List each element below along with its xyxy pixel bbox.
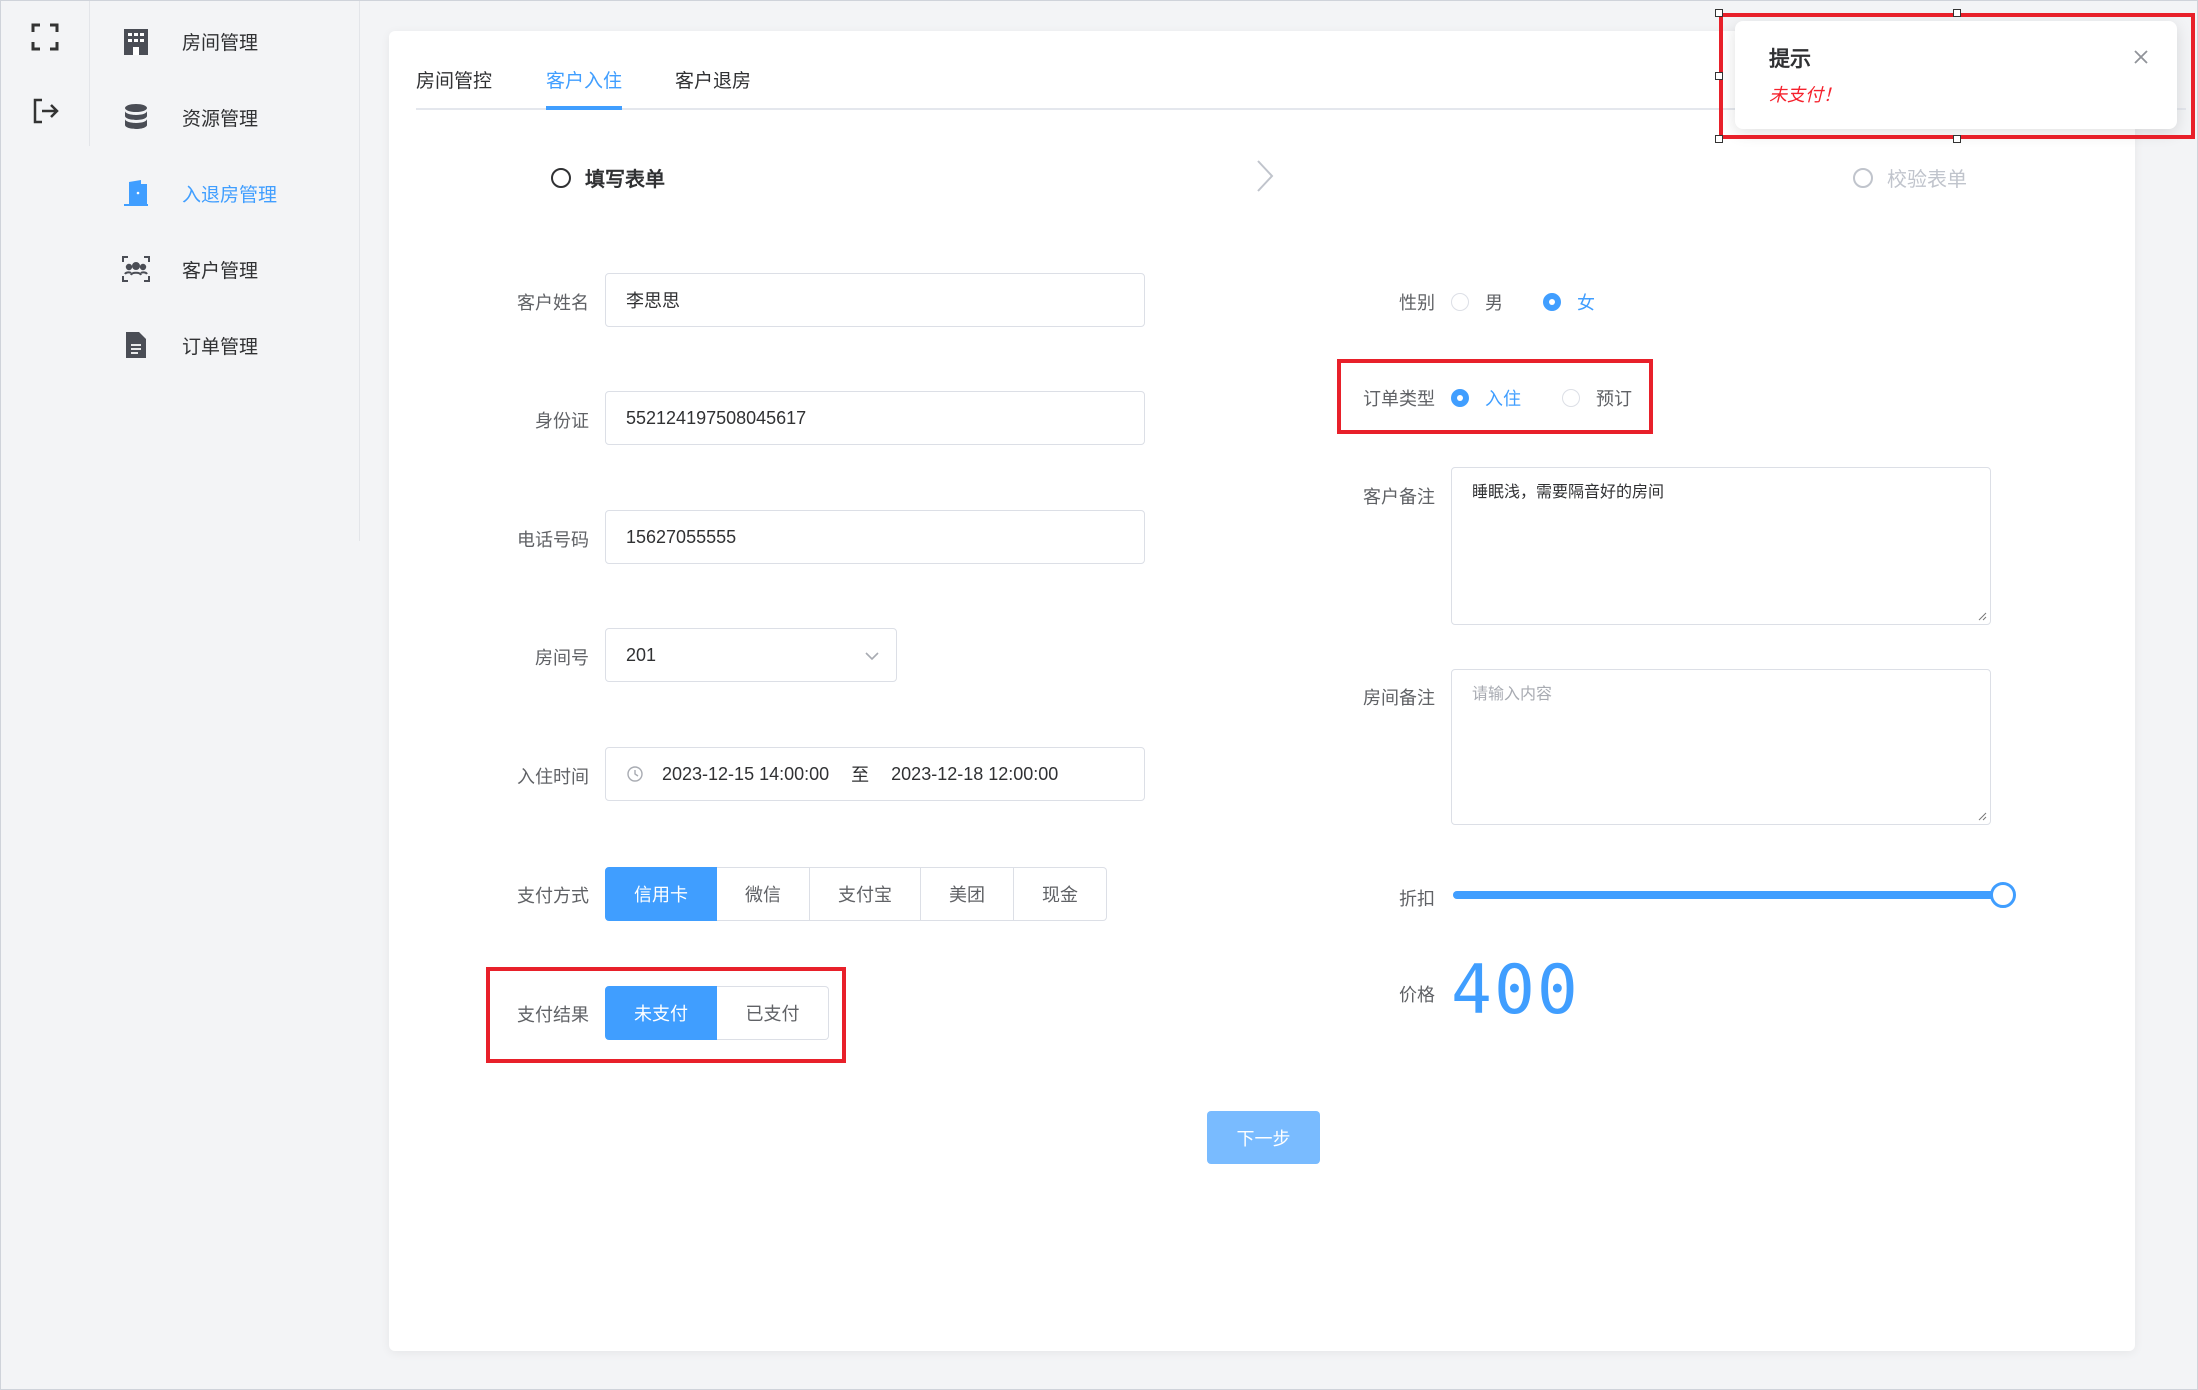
door-icon xyxy=(116,173,156,213)
discount-slider[interactable] xyxy=(1453,882,2016,908)
name-label: 客户姓名 xyxy=(517,293,589,314)
room-note-textarea[interactable]: 请输入内容 xyxy=(1451,669,1991,825)
pay-method-cash[interactable]: 现金 xyxy=(1014,867,1107,921)
selection-handle xyxy=(1715,9,1723,17)
highlight-box xyxy=(1719,13,2195,139)
step-label: 填写表单 xyxy=(585,167,665,191)
discount-label: 折扣 xyxy=(1399,889,1435,910)
phone-input[interactable]: 15627055555 xyxy=(605,510,1145,564)
users-icon xyxy=(116,249,156,289)
price-value: 400 xyxy=(1451,951,1580,1030)
gender-female-radio[interactable]: 女 xyxy=(1543,289,1595,315)
checkin-time-range-picker[interactable]: 2023-12-15 14:00:00 至 2023-12-18 12:00:0… xyxy=(605,747,1145,801)
sidebar-item-label: 订单管理 xyxy=(182,335,259,358)
radio-circle-icon xyxy=(1451,293,1469,311)
pay-method-credit-card[interactable]: 信用卡 xyxy=(605,867,717,921)
price-label: 价格 xyxy=(1399,985,1435,1006)
room-select-value: 201 xyxy=(626,644,657,665)
clock-icon xyxy=(627,766,643,782)
phone-label: 电话号码 xyxy=(517,530,589,551)
sidebar-item-customer-management[interactable]: 客户管理 xyxy=(90,239,360,299)
resize-grip-icon[interactable] xyxy=(1977,611,1987,621)
tab-room-control[interactable]: 房间管控 xyxy=(416,66,492,93)
end-time-value[interactable]: 2023-12-18 12:00:00 xyxy=(891,764,1058,785)
selection-handle xyxy=(1715,72,1723,80)
radio-label: 男 xyxy=(1485,293,1503,314)
customer-note-textarea[interactable]: 睡眠浅，需要隔音好的房间 xyxy=(1451,467,1991,625)
range-separator: 至 xyxy=(851,765,870,785)
slider-knob[interactable] xyxy=(1990,882,2016,908)
chevron-right-icon xyxy=(1257,160,1274,192)
step-circle-icon xyxy=(1853,167,1873,188)
tab-customer-checkin[interactable]: 客户入住 xyxy=(546,66,622,93)
selection-handle xyxy=(1953,9,1961,17)
pay-method-meituan[interactable]: 美团 xyxy=(921,867,1014,921)
sidebar-item-label: 客户管理 xyxy=(182,259,259,282)
document-icon xyxy=(116,325,156,365)
chevron-down-icon xyxy=(865,652,879,661)
sidebar-item-label: 入退房管理 xyxy=(182,183,278,206)
room-note-placeholder: 请输入内容 xyxy=(1472,684,1553,703)
sidebar: 房间管理 资源管理 入退房管理 客户管理 订单管理 xyxy=(90,1,360,541)
sidebar-item-resource-management[interactable]: 资源管理 xyxy=(90,87,360,147)
radio-label: 女 xyxy=(1577,293,1595,314)
checkin-time-label: 入住时间 xyxy=(517,767,589,788)
fullscreen-icon[interactable] xyxy=(25,17,65,57)
id-label: 身份证 xyxy=(535,411,589,432)
start-time-value[interactable]: 2023-12-15 14:00:00 xyxy=(662,764,829,785)
database-icon xyxy=(116,97,156,137)
selection-handle xyxy=(1715,135,1723,143)
step-circle-icon xyxy=(551,167,571,188)
pay-method-wechat[interactable]: 微信 xyxy=(717,867,810,921)
customer-note-label: 客户备注 xyxy=(1363,487,1435,508)
pay-method-alipay[interactable]: 支付宝 xyxy=(810,867,921,921)
tab-customer-checkout[interactable]: 客户退房 xyxy=(675,66,751,93)
id-card-input[interactable]: 552124197508045617 xyxy=(605,391,1145,445)
customer-name-input[interactable]: 李思思 xyxy=(605,273,1145,327)
sidebar-item-order-management[interactable]: 订单管理 xyxy=(90,315,360,375)
logout-icon[interactable] xyxy=(25,91,65,131)
step-label: 校验表单 xyxy=(1887,167,1967,191)
radio-circle-icon xyxy=(1543,293,1561,311)
highlight-box xyxy=(1337,359,1653,434)
step-fill-form: 填写表单 xyxy=(551,163,665,192)
gender-male-radio[interactable]: 男 xyxy=(1451,289,1503,315)
next-step-button[interactable]: 下一步 xyxy=(1207,1111,1320,1164)
pay-method-group: 信用卡 微信 支付宝 美团 现金 xyxy=(605,867,1107,921)
sidebar-item-room-management[interactable]: 房间管理 xyxy=(90,11,360,71)
customer-note-value: 睡眠浅，需要隔音好的房间 xyxy=(1472,482,1665,501)
room-note-label: 房间备注 xyxy=(1363,688,1435,709)
room-label: 房间号 xyxy=(535,648,589,669)
gender-label: 性别 xyxy=(1399,293,1435,314)
pay-method-label: 支付方式 xyxy=(517,886,589,907)
sidebar-item-label: 房间管理 xyxy=(182,31,259,54)
sidebar-item-checkin-management[interactable]: 入退房管理 xyxy=(90,163,360,223)
icon-bar xyxy=(1,1,89,1390)
tab-active-indicator xyxy=(546,106,622,110)
slider-fill xyxy=(1453,891,2003,899)
app-window: 房间管理 资源管理 入退房管理 客户管理 订单管理 房间管控 客户入住 客户退房… xyxy=(0,0,2198,1390)
sidebar-item-label: 资源管理 xyxy=(182,107,259,130)
room-select[interactable]: 201 xyxy=(605,628,897,682)
building-icon xyxy=(116,21,156,61)
resize-grip-icon[interactable] xyxy=(1977,811,1987,821)
selection-handle xyxy=(1953,135,1961,143)
highlight-box xyxy=(486,967,846,1063)
step-verify-form: 校验表单 xyxy=(1853,163,1967,192)
